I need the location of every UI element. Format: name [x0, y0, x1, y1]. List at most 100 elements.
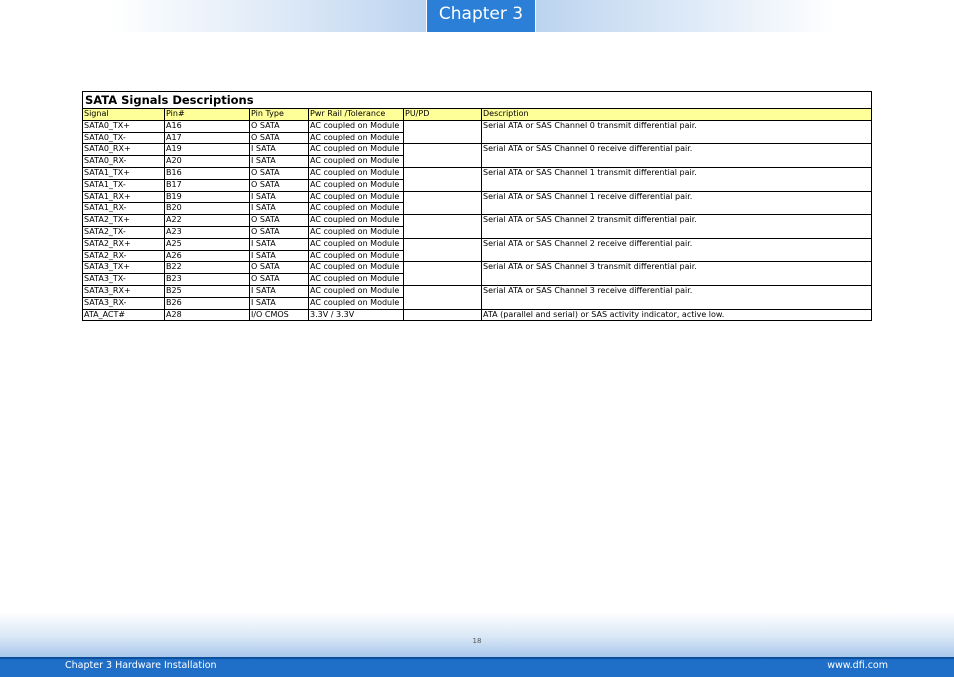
table-cell: SATA0_RX- [82, 155, 165, 168]
table-header-row: Signal Pin# Pin Type Pwr Rail /Tolerance… [82, 108, 873, 121]
sata-signals-table-container: SATA Signals Descriptions Signal Pin# Pi… [81, 91, 873, 322]
table-row: SATA2_TX+ A22 O SATA AC coupled on Module Se… [82, 214, 873, 239]
table-cell: I SATA [249, 143, 309, 157]
table-cell: O SATA [249, 131, 309, 145]
table-cell: 3.3V / 3.3V [308, 308, 404, 322]
table-cell: SATA0_TX- [82, 131, 165, 145]
description-cell: Serial ATA or SAS Channel 1 transmit dif… [480, 166, 873, 192]
description-cell: Serial ATA or SAS Channel 1 receive diff… [480, 190, 873, 216]
footer-chapter-label: Chapter 3 Hardware Installation [65, 660, 217, 671]
table-cell: A26 [164, 249, 250, 263]
table-cell: SATA2_TX+ [82, 214, 165, 227]
table-row: SATA3_RX+ B25 I SATA AC coupled on Module Se… [82, 284, 873, 310]
table-cell: O SATA [249, 225, 309, 239]
table-cell [403, 284, 482, 310]
column-header: Pwr Rail /Tolerance [308, 108, 404, 121]
header-gradient-left [110, 0, 426, 32]
page-number: 18 [472, 637, 482, 645]
table-cell: SATA0_TX+ [82, 119, 165, 133]
table-cell: SATA3_TX+ [82, 261, 165, 275]
table-row: SATA0_TX+ A16 O SATA AC coupled on Module Se… [82, 119, 873, 145]
table-cell: A19 [164, 143, 250, 157]
table-cell: SATA1_RX- [82, 202, 165, 216]
table-cell [403, 261, 482, 286]
table-cell: B16 [164, 166, 250, 180]
table-title-row: SATA Signals Descriptions [81, 91, 873, 109]
table-cell: A22 [164, 214, 250, 227]
table-cell [403, 143, 482, 168]
table-cell: A17 [164, 131, 250, 145]
table-cell: AC coupled on Module [308, 249, 404, 263]
table-cell: AC coupled on Module [308, 178, 404, 192]
table-cell [403, 308, 482, 322]
table-cell: SATA1_TX+ [82, 166, 165, 180]
table-cell: B19 [164, 190, 250, 204]
table-cell: SATA3_TX- [82, 273, 165, 286]
table-row: SATA3_TX+ B22 O SATA AC coupled on Module Se… [82, 261, 873, 286]
table-cell: I SATA [249, 190, 309, 204]
table-cell: AC coupled on Module [308, 202, 404, 216]
description-cell: Serial ATA or SAS Channel 2 transmit dif… [480, 214, 873, 239]
table-title: SATA Signals Descriptions [81, 91, 873, 109]
table-cell [403, 214, 482, 239]
table-cell: AC coupled on Module [308, 166, 404, 180]
table-cell: B23 [164, 273, 250, 286]
description-cell: Serial ATA or SAS Channel 3 receive diff… [480, 284, 873, 310]
table-cell: O SATA [249, 178, 309, 192]
table-cell: SATA3_RX- [82, 296, 165, 310]
table-cell: B17 [164, 178, 250, 192]
description-cell: Serial ATA or SAS Channel 3 transmit dif… [480, 261, 873, 286]
table-cell: AC coupled on Module [308, 296, 404, 310]
table-cell: I SATA [249, 249, 309, 263]
table-cell: SATA0_RX+ [82, 143, 165, 157]
table-cell: O SATA [249, 166, 309, 180]
table-row: ATA_ACT# A28 I/O CMOS 3.3V / 3.3V ATA (paral… [82, 308, 873, 322]
footer-gradient [0, 612, 954, 657]
table-cell [403, 237, 482, 263]
table-cell: AC coupled on Module [308, 225, 404, 239]
table-cell: SATA2_RX- [82, 249, 165, 263]
table-cell [403, 166, 482, 192]
description-cell: Serial ATA or SAS Channel 2 receive diff… [480, 237, 873, 263]
description-cell: Serial ATA or SAS Channel 0 receive diff… [480, 143, 873, 168]
column-header: Pin Type [249, 108, 309, 121]
header-gradient-right [536, 0, 836, 32]
sata-signals-table: SATA Signals Descriptions Signal Pin# Pi… [81, 91, 873, 322]
table-cell: AC coupled on Module [308, 261, 404, 275]
table-cell: I SATA [249, 237, 309, 251]
table-cell: AC coupled on Module [308, 143, 404, 157]
table-cell: SATA1_RX+ [82, 190, 165, 204]
table-row: SATA2_RX+ A25 I SATA AC coupled on Module Se… [82, 237, 873, 263]
column-header: Description [480, 108, 873, 121]
table-cell: B25 [164, 284, 250, 298]
table-cell: AC coupled on Module [308, 119, 404, 133]
table-row: SATA0_RX+ A19 I SATA AC coupled on Module Se… [82, 143, 873, 168]
table-cell: ATA_ACT# [82, 308, 165, 322]
description-cell: Serial ATA or SAS Channel 0 transmit dif… [480, 119, 873, 145]
table-cell [403, 119, 482, 145]
table-cell: B26 [164, 296, 250, 310]
table-cell: I SATA [249, 284, 309, 298]
chapter-tab: Chapter 3 [426, 0, 536, 32]
footer-bar: Chapter 3 Hardware Installation www.dfi.… [0, 657, 954, 677]
table-cell: A28 [164, 308, 250, 322]
table-cell: AC coupled on Module [308, 237, 404, 251]
table-cell: AC coupled on Module [308, 131, 404, 145]
table-cell: AC coupled on Module [308, 155, 404, 168]
footer-website-link[interactable]: www.dfi.com [827, 659, 888, 673]
table-cell: AC coupled on Module [308, 214, 404, 227]
table-cell: O SATA [249, 261, 309, 275]
table-cell: SATA2_RX+ [82, 237, 165, 251]
table-cell: I/O CMOS [249, 308, 309, 322]
description-cell: ATA (parallel and serial) or SAS activit… [480, 308, 873, 322]
table-cell: I SATA [249, 202, 309, 216]
table-row: SATA1_RX+ B19 I SATA AC coupled on Module Se… [82, 190, 873, 216]
table-cell: B22 [164, 261, 250, 275]
table-cell: A25 [164, 237, 250, 251]
table-cell: AC coupled on Module [308, 190, 404, 204]
table-cell: O SATA [249, 273, 309, 286]
column-header: Pin# [164, 108, 250, 121]
table-cell: I SATA [249, 155, 309, 168]
table-cell: AC coupled on Module [308, 273, 404, 286]
table-cell: I SATA [249, 296, 309, 310]
